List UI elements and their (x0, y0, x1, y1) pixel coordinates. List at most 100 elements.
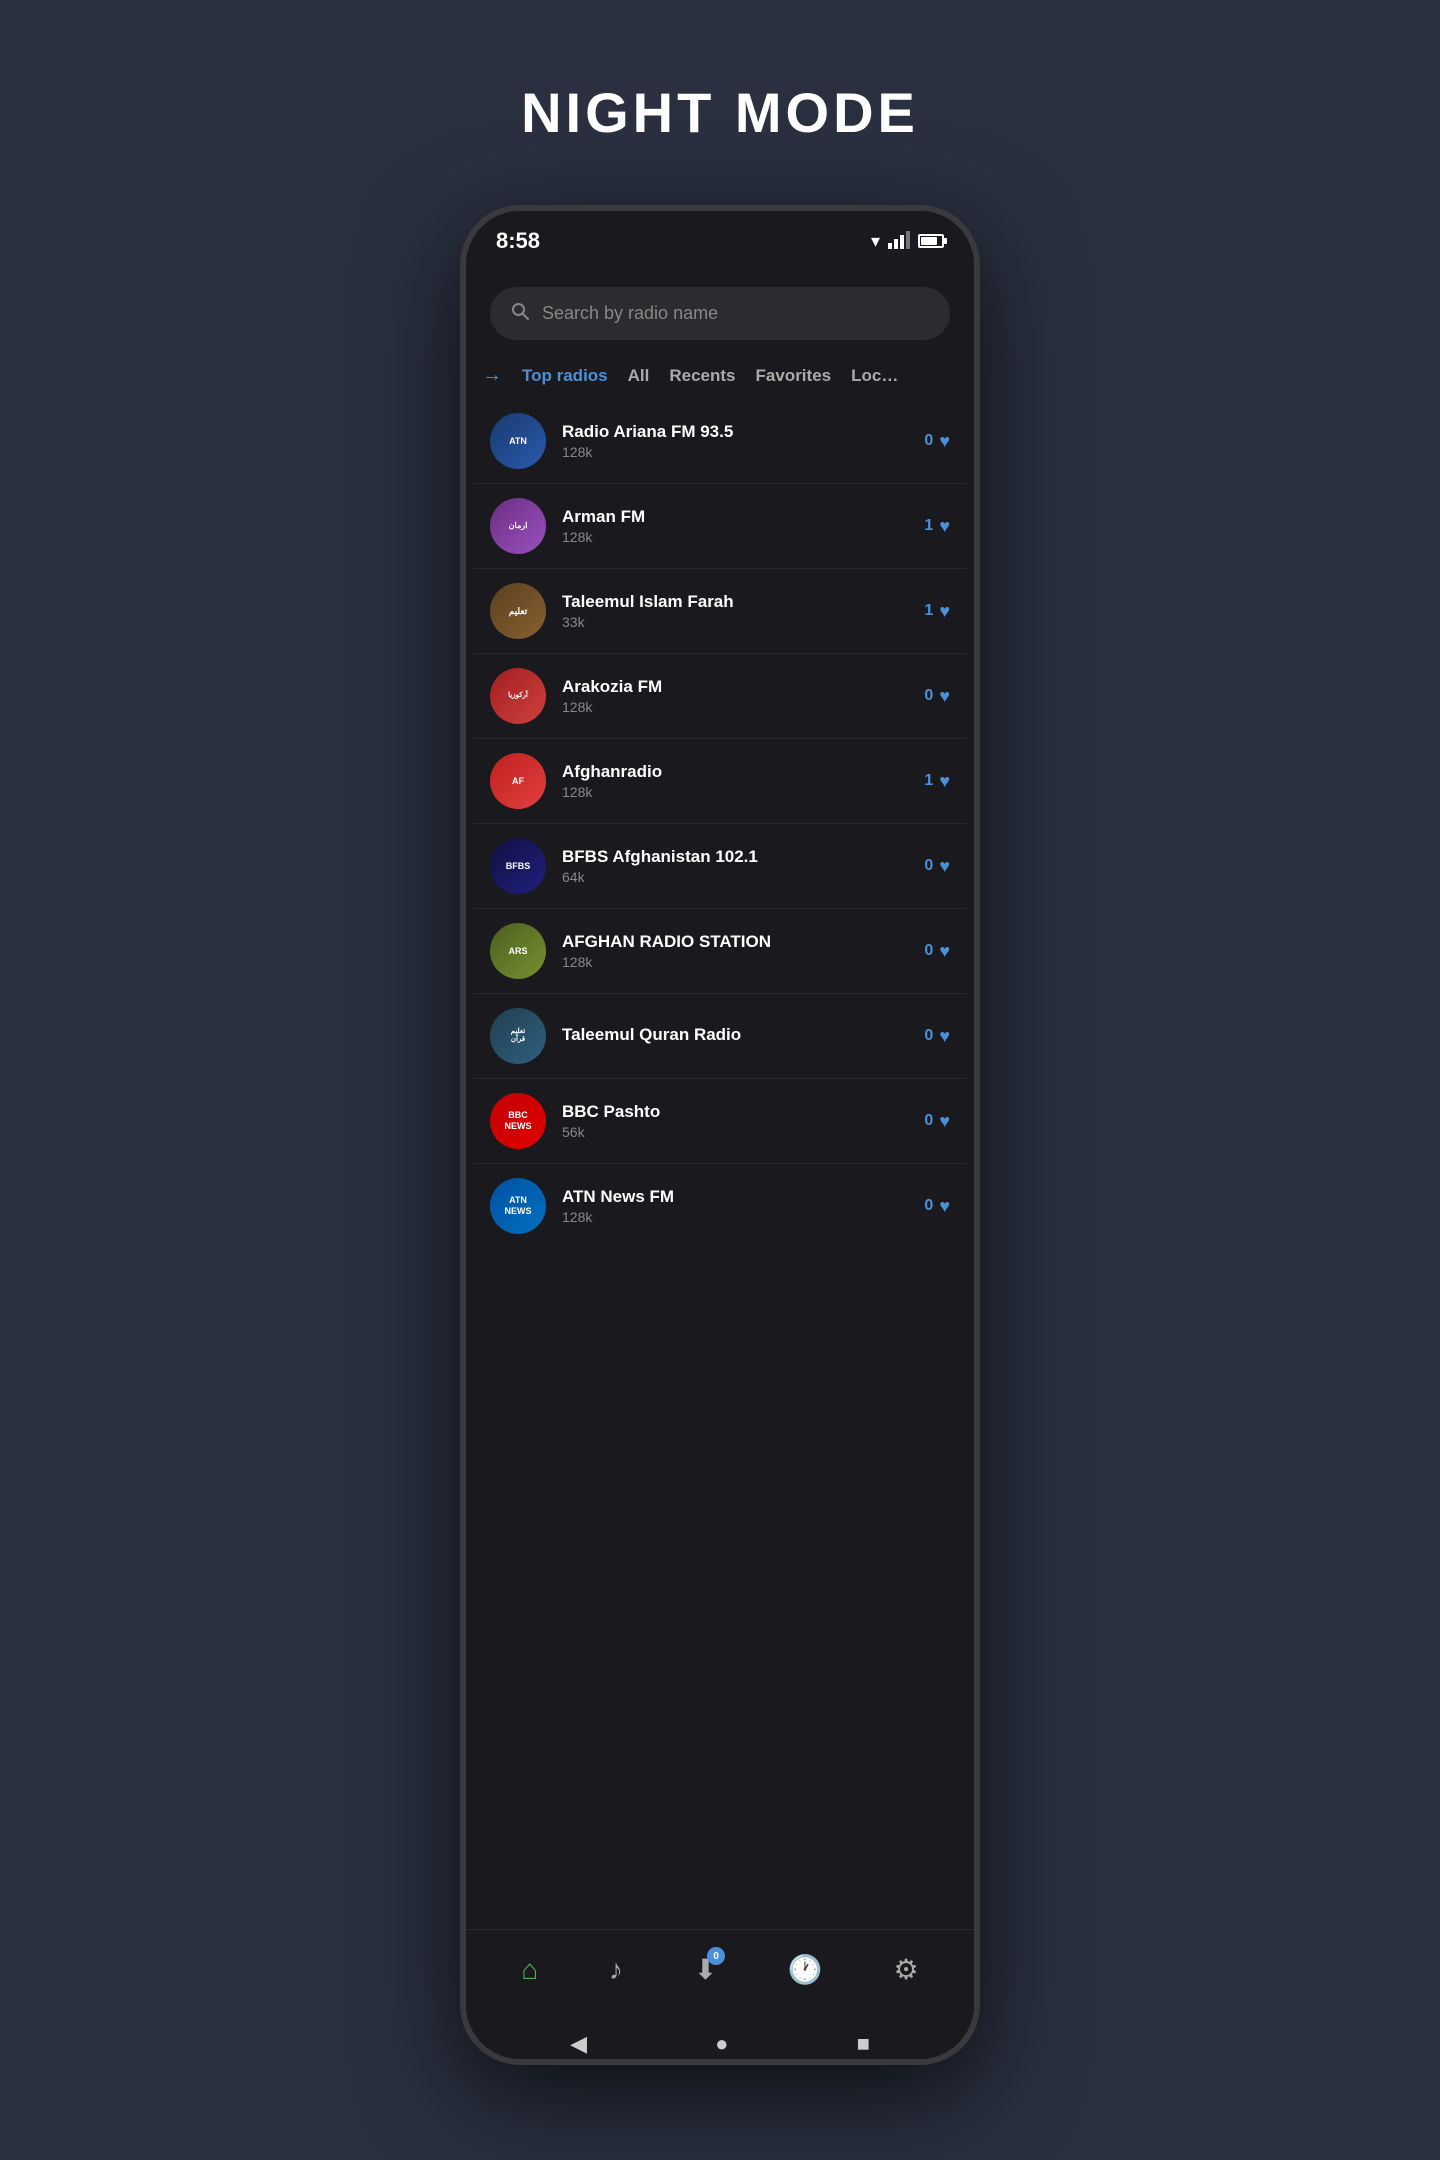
system-nav: ◀ ● ■ (466, 2009, 974, 2065)
nav-music[interactable]: ♪ (609, 1954, 623, 1986)
radio-name: Radio Ariana FM 93.5 (562, 422, 908, 442)
favorites-count: 1 (924, 517, 933, 535)
tab-all[interactable]: All (628, 366, 650, 386)
radio-bitrate: 128k (562, 1209, 908, 1225)
radio-item[interactable]: تعلیم Taleemul Islam Farah 33k 1 ♥ (474, 569, 966, 654)
radio-name: Arman FM (562, 507, 908, 527)
radio-name: Arakozia FM (562, 677, 908, 697)
back-button[interactable]: ◀ (570, 2031, 587, 2057)
radio-bitrate: 128k (562, 784, 908, 800)
home-button[interactable]: ● (715, 2031, 728, 2057)
favorites-count: 0 (924, 1197, 933, 1215)
nav-download[interactable]: ⬇ 0 (694, 1953, 717, 1986)
search-bar[interactable]: Search by radio name (490, 287, 950, 340)
radio-favorites[interactable]: 0 ♥ (924, 686, 950, 707)
radio-info: Taleemul Islam Farah 33k (562, 592, 908, 630)
radio-info: ATN News FM 128k (562, 1187, 908, 1225)
heart-icon: ♥ (939, 1196, 950, 1217)
radio-favorites[interactable]: 1 ♥ (924, 601, 950, 622)
heart-icon: ♥ (939, 941, 950, 962)
radio-item[interactable]: آرکوزیا Arakozia FM 128k 0 ♥ (474, 654, 966, 739)
radio-favorites[interactable]: 0 ♥ (924, 431, 950, 452)
radio-favorites[interactable]: 0 ♥ (924, 1196, 950, 1217)
radio-item[interactable]: تعلیمقرآن Taleemul Quran Radio 0 ♥ (474, 994, 966, 1079)
radio-logo: ARS (490, 923, 546, 979)
radio-item[interactable]: ATNNEWS ATN News FM 128k 0 ♥ (474, 1164, 966, 1248)
nav-settings[interactable]: ⚙ (894, 1953, 919, 1986)
radio-bitrate: 128k (562, 444, 908, 460)
heart-icon: ♥ (939, 1026, 950, 1047)
favorites-count: 0 (924, 857, 933, 875)
radio-name: BFBS Afghanistan 102.1 (562, 847, 908, 867)
radio-item[interactable]: BBCNEWS BBC Pashto 56k 0 ♥ (474, 1079, 966, 1164)
radio-item[interactable]: AF Afghanradio 128k 1 ♥ (474, 739, 966, 824)
tab-local[interactable]: Loc… (851, 366, 898, 386)
radio-name: Taleemul Islam Farah (562, 592, 908, 612)
radio-bitrate: 33k (562, 614, 908, 630)
bottom-nav: ⌂ ♪ ⬇ 0 🕐 ⚙ (466, 1929, 974, 2009)
favorites-count: 0 (924, 1027, 933, 1045)
radio-name: BBC Pashto (562, 1102, 908, 1122)
favorites-count: 0 (924, 687, 933, 705)
radio-favorites[interactable]: 1 ♥ (924, 771, 950, 792)
radio-bitrate: 128k (562, 954, 908, 970)
radio-name: ATN News FM (562, 1187, 908, 1207)
radio-favorites[interactable]: 0 ♥ (924, 941, 950, 962)
heart-icon: ♥ (939, 601, 950, 622)
radio-name: Afghanradio (562, 762, 908, 782)
search-icon (510, 301, 530, 326)
radio-info: Arakozia FM 128k (562, 677, 908, 715)
radio-logo: تعلیم (490, 583, 546, 639)
radio-item[interactable]: ARS AFGHAN RADIO STATION 128k 0 ♥ (474, 909, 966, 994)
radio-logo: ارمان (490, 498, 546, 554)
heart-icon: ♥ (939, 516, 950, 537)
favorites-count: 0 (924, 1112, 933, 1130)
download-badge: 0 (707, 1947, 725, 1965)
radio-info: Afghanradio 128k (562, 762, 908, 800)
recent-button[interactable]: ■ (857, 2031, 870, 2057)
tab-recents[interactable]: Recents (669, 366, 735, 386)
heart-icon: ♥ (939, 771, 950, 792)
heart-icon: ♥ (939, 1111, 950, 1132)
radio-item[interactable]: ATN Radio Ariana FM 93.5 128k 0 ♥ (474, 399, 966, 484)
search-placeholder: Search by radio name (542, 303, 718, 324)
radio-name: Taleemul Quran Radio (562, 1025, 908, 1045)
nav-home[interactable]: ⌂ (521, 1954, 538, 1986)
radio-info: AFGHAN RADIO STATION 128k (562, 932, 908, 970)
radio-logo: ATNNEWS (490, 1178, 546, 1234)
radio-bitrate: 128k (562, 699, 908, 715)
music-icon: ♪ (609, 1954, 623, 1986)
radio-logo: AF (490, 753, 546, 809)
radio-list: ATN Radio Ariana FM 93.5 128k 0 ♥ ارمان … (466, 399, 974, 1929)
tab-favorites[interactable]: Favorites (756, 366, 832, 386)
radio-logo: BBCNEWS (490, 1093, 546, 1149)
battery-icon (918, 234, 944, 248)
search-container: Search by radio name (466, 271, 974, 356)
radio-favorites[interactable]: 0 ♥ (924, 1026, 950, 1047)
phone-shell: 8:58 ▾ (460, 205, 980, 2065)
radio-info: Radio Ariana FM 93.5 128k (562, 422, 908, 460)
radio-logo: ATN (490, 413, 546, 469)
wifi-icon: ▾ (871, 231, 880, 252)
radio-logo: آرکوزیا (490, 668, 546, 724)
radio-item[interactable]: ارمان Arman FM 128k 1 ♥ (474, 484, 966, 569)
radio-favorites[interactable]: 1 ♥ (924, 516, 950, 537)
radio-info: BBC Pashto 56k (562, 1102, 908, 1140)
radio-info: Taleemul Quran Radio (562, 1025, 908, 1047)
tab-bar: → Top radios All Recents Favorites Loc… (466, 356, 974, 399)
signal-icon (888, 233, 910, 249)
settings-icon: ⚙ (894, 1953, 919, 1986)
home-icon: ⌂ (521, 1954, 538, 1986)
tab-top-radios[interactable]: Top radios (522, 366, 608, 386)
radio-info: BFBS Afghanistan 102.1 64k (562, 847, 908, 885)
favorites-count: 0 (924, 432, 933, 450)
nav-history[interactable]: 🕐 (788, 1953, 823, 1986)
heart-icon: ♥ (939, 431, 950, 452)
radio-item[interactable]: BFBS BFBS Afghanistan 102.1 64k 0 ♥ (474, 824, 966, 909)
radio-logo: BFBS (490, 838, 546, 894)
history-icon: 🕐 (788, 1953, 823, 1986)
radio-favorites[interactable]: 0 ♥ (924, 856, 950, 877)
status-icons: ▾ (871, 231, 944, 252)
radio-bitrate: 64k (562, 869, 908, 885)
radio-favorites[interactable]: 0 ♥ (924, 1111, 950, 1132)
